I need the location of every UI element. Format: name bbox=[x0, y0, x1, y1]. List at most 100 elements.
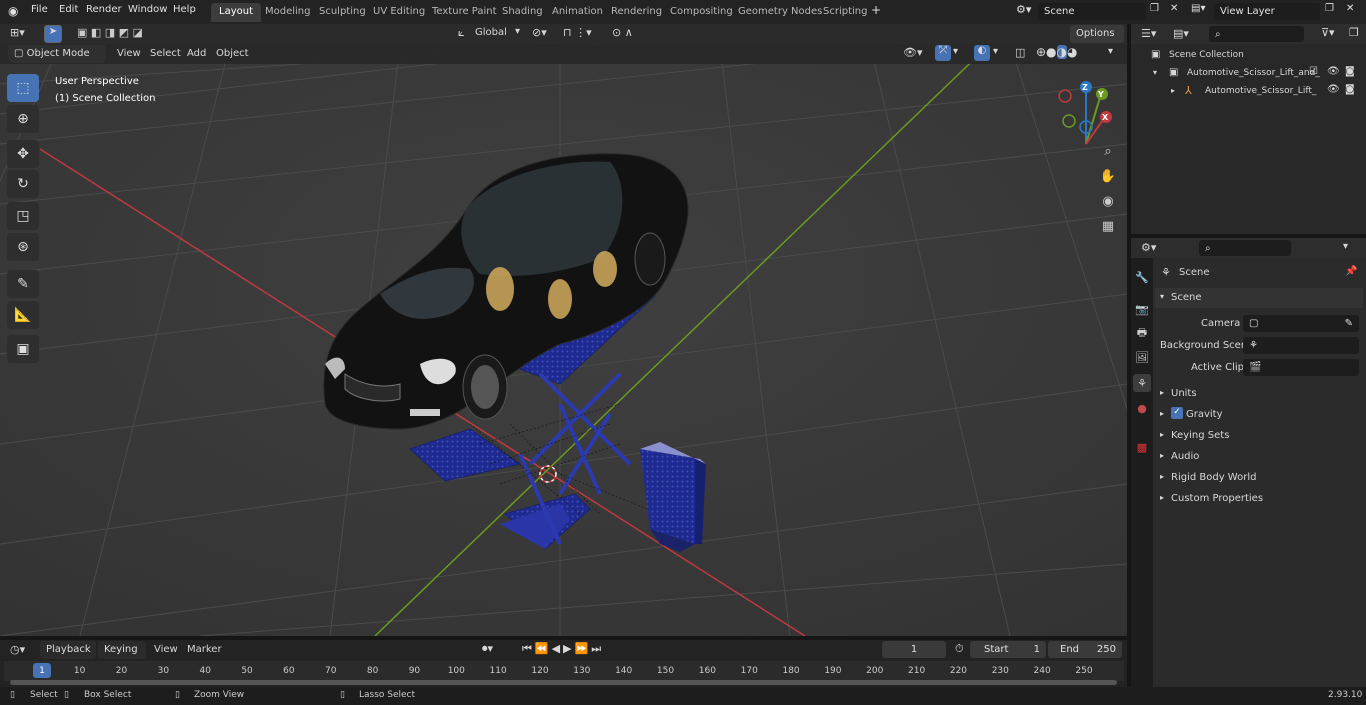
shading-mode-icons[interactable]: ⊕●◑◕ bbox=[1036, 45, 1078, 59]
view-layer-field[interactable]: View Layer bbox=[1214, 3, 1320, 20]
cursor-tool-icon[interactable]: ⊕ bbox=[7, 105, 39, 133]
timeline-view-menu[interactable]: View bbox=[154, 644, 178, 655]
background-scene-field[interactable]: ⚘ bbox=[1243, 337, 1359, 354]
xray-icon[interactable]: ◫ bbox=[1015, 46, 1025, 59]
scale-tool-icon[interactable]: ◳ bbox=[7, 202, 39, 230]
keying-menu[interactable]: Keying bbox=[98, 641, 146, 659]
chevron-down-icon[interactable]: ▾ bbox=[1108, 46, 1113, 57]
timeline-marker-menu[interactable]: Marker bbox=[187, 644, 222, 655]
clock-icon[interactable]: ⏱ bbox=[955, 642, 964, 656]
menu-help[interactable]: Help bbox=[173, 4, 196, 15]
menu-add[interactable]: Add bbox=[187, 48, 206, 59]
camera-icon[interactable]: ◙ bbox=[1345, 66, 1355, 77]
tab-uv-editing[interactable]: UV Editing bbox=[365, 3, 433, 22]
menu-window[interactable]: Window bbox=[128, 4, 167, 15]
expand-arrow-icon[interactable]: ▸ bbox=[1171, 86, 1175, 95]
annotate-tool-icon[interactable]: ✎ bbox=[7, 270, 39, 298]
new-scene-icon[interactable]: ❐ bbox=[1150, 3, 1159, 14]
tab-scripting[interactable]: Scripting bbox=[815, 3, 875, 22]
scene-section-header[interactable]: ▾ Scene bbox=[1155, 288, 1363, 308]
menu-select[interactable]: Select bbox=[150, 48, 181, 59]
3d-viewport[interactable]: User Perspective (1) Scene Collection Z … bbox=[0, 44, 1127, 636]
outliner-root[interactable]: Scene Collection bbox=[1169, 50, 1244, 60]
tab-modeling[interactable]: Modeling bbox=[257, 3, 319, 22]
panel-rigid-body[interactable]: ▸ Rigid Body World bbox=[1155, 468, 1363, 488]
tab-animation[interactable]: Animation bbox=[544, 3, 611, 22]
eye-icon[interactable]: 👁 bbox=[1327, 84, 1340, 95]
measure-tool-icon[interactable]: 📐 bbox=[7, 301, 39, 329]
pivot-icon[interactable]: ⊘▾ bbox=[532, 26, 547, 39]
render-tab-icon[interactable]: 📷 bbox=[1133, 300, 1151, 318]
scene-selector-icon[interactable]: ⚙▾ bbox=[1016, 3, 1031, 16]
editor-type-icon[interactable]: ⊞▾ bbox=[10, 26, 25, 39]
tab-shading[interactable]: Shading bbox=[494, 3, 551, 22]
playback-controls-icons[interactable]: ⏮⏪◀▶⏩⏭ bbox=[522, 642, 604, 656]
view-layer-icon[interactable]: ▤▾ bbox=[1191, 3, 1205, 14]
menu-file[interactable]: File bbox=[31, 4, 48, 15]
gizmo-z-label[interactable]: Z bbox=[1082, 83, 1088, 92]
new-collection-icon[interactable]: ❐ bbox=[1349, 26, 1359, 39]
chevron-down-icon[interactable]: ▾ bbox=[1343, 241, 1348, 252]
properties-search-input[interactable]: ⌕ bbox=[1199, 240, 1291, 256]
transform-orientation-select[interactable]: Global bbox=[475, 27, 507, 38]
select-box-tool-icon[interactable]: ⬚ bbox=[7, 74, 39, 102]
camera-view-icon[interactable]: ◉ bbox=[1097, 190, 1119, 212]
menu-view[interactable]: View bbox=[117, 48, 141, 59]
tab-layout[interactable]: Layout bbox=[211, 3, 261, 22]
panel-gravity[interactable]: ▸ ✓ Gravity bbox=[1155, 405, 1363, 425]
menu-edit[interactable]: Edit bbox=[59, 4, 78, 15]
outliner-item-collection[interactable]: Automotive_Scissor_Lift_and_ bbox=[1187, 68, 1320, 78]
zoom-icon[interactable]: ⌕ bbox=[1097, 140, 1119, 162]
menu-object[interactable]: Object bbox=[216, 48, 249, 59]
panel-keying-sets[interactable]: ▸ Keying Sets bbox=[1155, 426, 1363, 446]
record-icon[interactable]: ⏺▾ bbox=[482, 642, 493, 656]
object-mode-select[interactable]: ▢ Object Mode bbox=[8, 45, 106, 63]
start-frame-field[interactable]: Start 1 bbox=[970, 641, 1046, 658]
expand-arrow-icon[interactable]: ▾ bbox=[1153, 68, 1157, 77]
menu-render[interactable]: Render bbox=[86, 4, 122, 15]
tweak-mode-icon[interactable]: ➤ bbox=[44, 25, 62, 43]
delete-view-layer-icon[interactable]: ✕ bbox=[1346, 3, 1354, 14]
tab-rendering[interactable]: Rendering bbox=[603, 3, 670, 22]
properties-editor-icon[interactable]: ⚙▾ bbox=[1141, 241, 1156, 254]
visibility-icon[interactable]: 👁▾ bbox=[903, 46, 923, 59]
add-cube-tool-icon[interactable]: ▣ bbox=[7, 335, 39, 363]
camera-field[interactable]: ▢ ✎ bbox=[1243, 315, 1359, 332]
eye-icon[interactable]: 👁 bbox=[1327, 66, 1340, 77]
gizmo-x-label[interactable]: X bbox=[1102, 113, 1108, 122]
pan-hand-icon[interactable]: ✋ bbox=[1097, 165, 1119, 187]
scene-name-field[interactable]: Scene bbox=[1038, 3, 1146, 20]
timeline-editor-icon[interactable]: ◷▾ bbox=[10, 643, 25, 656]
texture-tab-icon[interactable]: ▩ bbox=[1133, 438, 1151, 456]
tab-compositing[interactable]: Compositing bbox=[662, 3, 741, 22]
add-workspace-icon[interactable]: + bbox=[871, 3, 881, 17]
tab-texture-paint[interactable]: Texture Paint bbox=[424, 3, 505, 22]
panel-audio[interactable]: ▸ Audio bbox=[1155, 447, 1363, 467]
outliner-editor-icon[interactable]: ☰▾ bbox=[1141, 27, 1156, 40]
orientation-icon[interactable]: ⟀ bbox=[458, 26, 465, 40]
tool-tab-icon[interactable]: 🔧 bbox=[1133, 268, 1151, 286]
world-tab-icon[interactable]: ● bbox=[1133, 399, 1151, 417]
proportional-edit-icon[interactable]: ⊙ ∧ bbox=[612, 26, 633, 39]
perspective-toggle-icon[interactable]: ▦ bbox=[1097, 215, 1119, 237]
panel-units[interactable]: ▸ Units bbox=[1155, 384, 1363, 404]
gizmo-y-label[interactable]: Y bbox=[1098, 90, 1104, 99]
move-tool-icon[interactable]: ✥ bbox=[7, 140, 39, 168]
active-clip-field[interactable]: 🎬 bbox=[1243, 359, 1359, 376]
pin-icon[interactable]: 📌 bbox=[1345, 266, 1357, 277]
gizmo-toggle-icon[interactable]: ⤱ bbox=[935, 45, 951, 61]
delete-scene-icon[interactable]: ✕ bbox=[1170, 3, 1178, 14]
output-tab-icon[interactable]: 🖶 bbox=[1133, 324, 1151, 342]
selection-mode-icons[interactable]: ▣ ◧ ◨ ◩ ◪ bbox=[77, 26, 143, 39]
scene-tab-icon[interactable]: ⚘ bbox=[1133, 374, 1151, 392]
snap-icon[interactable]: ⊓ ⋮▾ bbox=[563, 26, 592, 39]
outliner-item-object[interactable]: Automotive_Scissor_Lift_ bbox=[1205, 86, 1316, 96]
timeline-scrollbar[interactable] bbox=[10, 680, 1117, 685]
new-view-layer-icon[interactable]: ❐ bbox=[1325, 3, 1334, 14]
transform-tool-icon[interactable]: ⊛ bbox=[7, 233, 39, 261]
camera-icon[interactable]: ◙ bbox=[1345, 84, 1355, 95]
rotate-tool-icon[interactable]: ↻ bbox=[7, 170, 39, 198]
options-button[interactable]: Options bbox=[1070, 25, 1124, 43]
outliner-search-input[interactable]: ⌕ bbox=[1209, 26, 1304, 42]
checkbox-icon[interactable]: ☑ bbox=[1309, 66, 1318, 77]
